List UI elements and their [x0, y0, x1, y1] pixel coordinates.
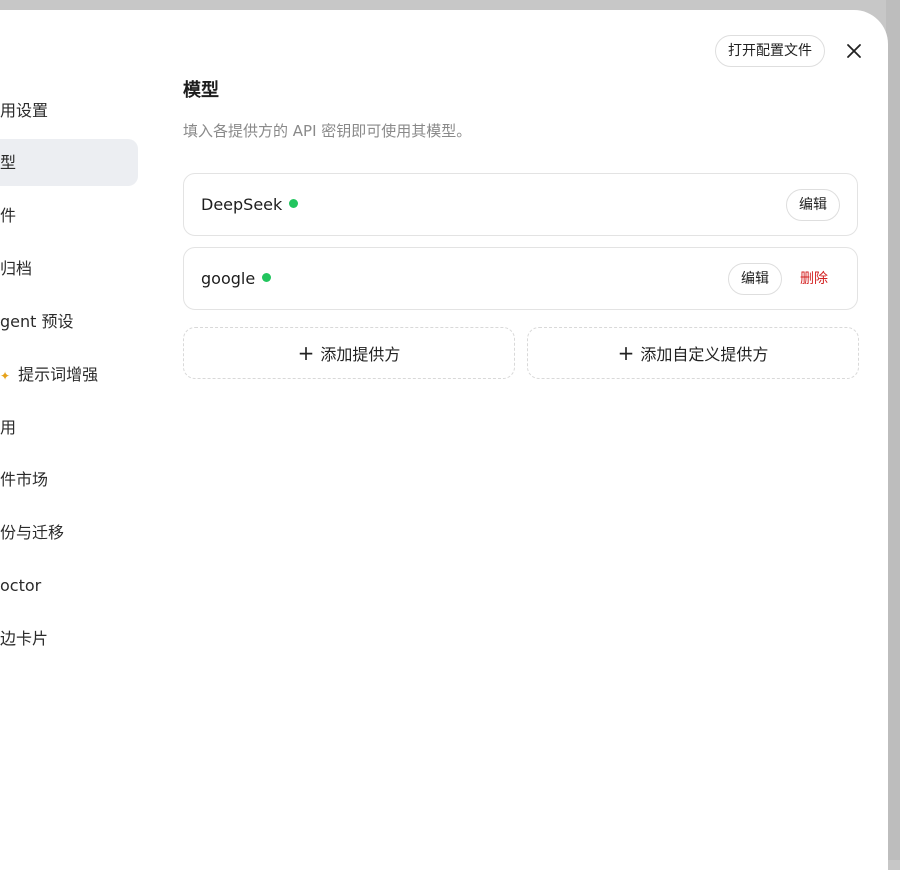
add-provider-button[interactable]: + 添加提供方 — [183, 327, 515, 379]
settings-dialog: 用设置 型 件 归档 gent 预设 ✦ 提示词增强 用 件市场 份与迁移 oct… — [0, 10, 888, 870]
delete-button[interactable]: 删除 — [800, 263, 828, 295]
page-title: 模型 — [183, 80, 219, 101]
sidebar-item-backup-migration[interactable]: 份与迁移 — [0, 509, 138, 556]
close-icon[interactable] — [843, 40, 865, 62]
plus-icon: + — [617, 341, 635, 365]
page-subtitle: 填入各提供方的 API 密钥即可使用其模型。 — [183, 122, 472, 140]
backdrop — [886, 0, 900, 860]
sidebar-item-label: 用 — [0, 418, 17, 437]
sidebar-item-label: 件市场 — [0, 470, 49, 489]
sidebar-item-plugins[interactable]: 件 — [0, 192, 138, 239]
settings-sidebar: 用设置 型 件 归档 gent 预设 ✦ 提示词增强 用 件市场 份与迁移 oct… — [0, 10, 150, 870]
provider-card-google: google 编辑 删除 — [183, 247, 858, 310]
provider-card-deepseek: DeepSeek 编辑 — [183, 173, 858, 236]
status-dot-icon — [289, 199, 299, 208]
sidebar-item-doctor[interactable]: octor — [0, 562, 138, 609]
provider-name: google — [201, 248, 272, 309]
sidebar-item-archive[interactable]: 归档 — [0, 245, 138, 292]
sidebar-item-label: octor — [0, 576, 42, 595]
add-custom-provider-label: 添加自定义提供方 — [640, 345, 769, 364]
sidebar-item-label: 边卡片 — [0, 629, 49, 648]
sidebar-item-label: 提示词增强 — [18, 365, 99, 384]
status-dot-icon — [262, 273, 272, 282]
edit-button[interactable]: 编辑 — [728, 263, 782, 295]
provider-name: DeepSeek — [201, 174, 299, 235]
edit-button[interactable]: 编辑 — [786, 189, 840, 221]
sidebar-item-label: 份与迁移 — [0, 523, 65, 542]
sidebar-item-models[interactable]: 型 — [0, 139, 138, 186]
sidebar-item-label: 用设置 — [0, 101, 49, 120]
sidebar-item-general-settings[interactable]: 用设置 — [0, 87, 138, 134]
sidebar-item-label: gent 预设 — [0, 312, 74, 331]
sidebar-item-label: 型 — [0, 153, 17, 172]
sidebar-item-label: 件 — [0, 206, 17, 225]
provider-name-text: google — [201, 269, 256, 288]
sidebar-item-side-cards[interactable]: 边卡片 — [0, 615, 138, 662]
sidebar-item-prompt-enhance[interactable]: ✦ 提示词增强 — [0, 351, 138, 398]
sidebar-item-usage[interactable]: 用 — [0, 404, 138, 451]
sparkle-icon: ✦ — [0, 369, 11, 383]
sidebar-item-plugin-market[interactable]: 件市场 — [0, 456, 138, 503]
open-config-file-button[interactable]: 打开配置文件 — [715, 35, 825, 67]
provider-name-text: DeepSeek — [201, 195, 283, 214]
add-custom-provider-button[interactable]: + 添加自定义提供方 — [527, 327, 859, 379]
sidebar-item-label: 归档 — [0, 259, 33, 278]
plus-icon: + — [297, 341, 315, 365]
sidebar-item-agent-presets[interactable]: gent 预设 — [0, 298, 138, 345]
add-provider-label: 添加提供方 — [320, 345, 401, 364]
